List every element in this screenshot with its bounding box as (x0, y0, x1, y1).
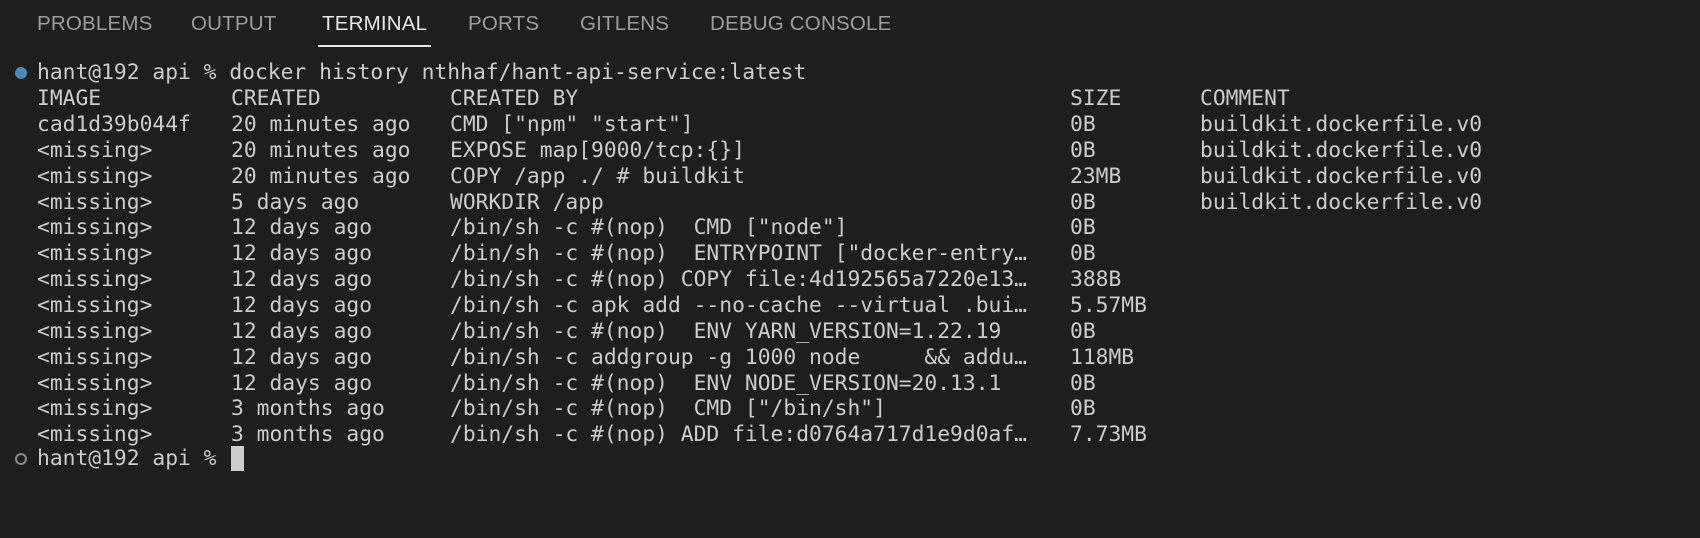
cell-size: 118MB (1070, 344, 1135, 370)
header-image: IMAGE (37, 86, 102, 111)
cell-image: <missing> (37, 189, 153, 215)
tab-gitlens[interactable]: GITLENS (580, 0, 669, 48)
cell-size: 0B (1070, 241, 1096, 267)
table-row: <missing> 12 days ago/bin/sh -c addgroup … (0, 344, 1700, 372)
cell-created-by: CMD ["npm" "start"] (450, 112, 694, 137)
cell-created-by: /bin/sh -c #(nop) COPY file:4d192565a722… (450, 267, 1027, 293)
prompt-text: hant@192 api % (37, 446, 230, 471)
command-text: hant@192 api % docker history nthhaf/han… (37, 60, 807, 85)
cell-image: <missing> (37, 241, 153, 267)
cell-created-by: COPY /app ./ # buildkit (450, 163, 745, 189)
cell-created-by: /bin/sh -c #(nop) CMD ["node"] (450, 215, 848, 241)
table-row: <missing> 12 days ago/bin/sh -c apk add -… (0, 292, 1700, 320)
cell-created: 12 days ago (231, 318, 373, 344)
cell-image: <missing> (37, 318, 153, 344)
cell-created: 12 days ago (231, 292, 373, 318)
table-row: <missing> 12 days ago/bin/sh -c #(nop) CO… (0, 266, 1700, 294)
tab-terminal[interactable]: TERMINAL (317, 0, 432, 48)
terminal-output[interactable]: hant@192 api % docker history nthhaf/han… (0, 59, 1700, 529)
tab-output[interactable]: OUTPUT (191, 0, 276, 48)
table-row: <missing> 3 months ago/bin/sh -c #(nop) C… (0, 395, 1700, 423)
cell-image: <missing> (37, 344, 153, 370)
cell-image: <missing> (37, 267, 153, 293)
cell-image: <missing> (37, 137, 153, 163)
cell-image: <missing> (37, 396, 153, 422)
table-row: cad1d39b044f 20 minutes ago CMD ["npm" "st… (0, 111, 1700, 139)
cell-size: 0B (1070, 112, 1096, 137)
cell-image: <missing> (37, 292, 153, 318)
table-row: <missing> 12 days ago/bin/sh -c #(nop) EN… (0, 240, 1700, 268)
header-created-by: CREATED BY (450, 86, 579, 111)
cell-size: 388B (1070, 267, 1122, 293)
cell-comment: buildkit.dockerfile.v0 (1200, 137, 1483, 163)
cell-created: 12 days ago (231, 215, 373, 241)
command-success-decoration-icon[interactable] (15, 67, 27, 79)
cell-size: 0B (1070, 189, 1096, 215)
table-row: <missing> 20 minutes ago COPY /app ./ # bu… (0, 163, 1700, 191)
command-line: hant@192 api % docker history nthhaf/han… (0, 59, 1700, 87)
table-row: <missing> 20 minutes ago EXPOSE map[9000/t… (0, 137, 1700, 165)
cell-created-by: /bin/sh -c #(nop) ENV YARN_VERSION=1.22.… (450, 318, 1002, 344)
cell-comment: buildkit.dockerfile.v0 (1200, 112, 1483, 137)
cell-created: 12 days ago (231, 241, 373, 267)
cell-created: 12 days ago (231, 344, 373, 370)
cell-created: 20 minutes ago (231, 163, 411, 189)
table-row: <missing> 12 days ago/bin/sh -c #(nop) EN… (0, 370, 1700, 398)
header-comment: COMMENT (1200, 86, 1290, 111)
cell-created: 12 days ago (231, 267, 373, 293)
cell-size: 23MB (1070, 163, 1122, 189)
cell-created-by: /bin/sh -c #(nop) CMD ["/bin/sh"] (450, 396, 886, 422)
cell-created: 12 days ago (231, 370, 373, 396)
cell-comment: buildkit.dockerfile.v0 (1200, 163, 1483, 189)
cell-size: 0B (1070, 318, 1096, 344)
header-created: CREATED (231, 86, 321, 111)
cell-created-by: /bin/sh -c #(nop) ENV NODE_VERSION=20.13… (450, 370, 1002, 396)
terminal-panel: PROBLEMS OUTPUT TERMINAL PORTS GITLENS D… (0, 0, 1700, 538)
panel-tab-bar: PROBLEMS OUTPUT TERMINAL PORTS GITLENS D… (0, 0, 1700, 48)
cell-created-by: EXPOSE map[9000/tcp:{}] (450, 137, 745, 163)
tab-ports[interactable]: PORTS (468, 0, 539, 48)
cell-image: <missing> (37, 370, 153, 396)
cell-created: 20 minutes ago (231, 112, 411, 137)
cell-size: 0B (1070, 396, 1096, 422)
prompt-line: hant@192 api % (0, 445, 1700, 473)
cell-size: 0B (1070, 215, 1096, 241)
cell-image: cad1d39b044f (37, 112, 191, 137)
table-header: IMAGE CREATED CREATED BY SIZE COMMENT (0, 85, 1700, 113)
cell-size: 0B (1070, 370, 1096, 396)
cell-created-by: /bin/sh -c #(nop) ENTRYPOINT ["docker-en… (450, 241, 1027, 267)
table-row: <missing> 12 days ago/bin/sh -c #(nop) CM… (0, 214, 1700, 242)
terminal-cursor (231, 446, 244, 471)
table-row: <missing> 12 days ago/bin/sh -c #(nop) EN… (0, 318, 1700, 346)
cell-created-by: WORKDIR /app (450, 189, 604, 215)
table-row: <missing> 5 days ago WORKDIR /app 0B buildki… (0, 189, 1700, 217)
cell-comment: buildkit.dockerfile.v0 (1200, 189, 1483, 215)
cell-image: <missing> (37, 163, 153, 189)
header-size: SIZE (1070, 86, 1122, 111)
cell-image: <missing> (37, 215, 153, 241)
cell-created: 20 minutes ago (231, 137, 411, 163)
cell-created: 5 days ago (231, 189, 360, 215)
cell-created-by: /bin/sh -c addgroup -g 1000 node && addu… (450, 344, 1027, 370)
cell-created: 3 months ago (231, 396, 385, 422)
tab-problems[interactable]: PROBLEMS (37, 0, 153, 48)
tab-debug-console[interactable]: DEBUG CONSOLE (710, 0, 891, 48)
cell-size: 0B (1070, 137, 1096, 163)
command-pending-decoration-icon[interactable] (15, 453, 27, 465)
cell-created-by: /bin/sh -c apk add --no-cache --virtual … (450, 292, 1027, 318)
cell-size: 5.57MB (1070, 292, 1147, 318)
